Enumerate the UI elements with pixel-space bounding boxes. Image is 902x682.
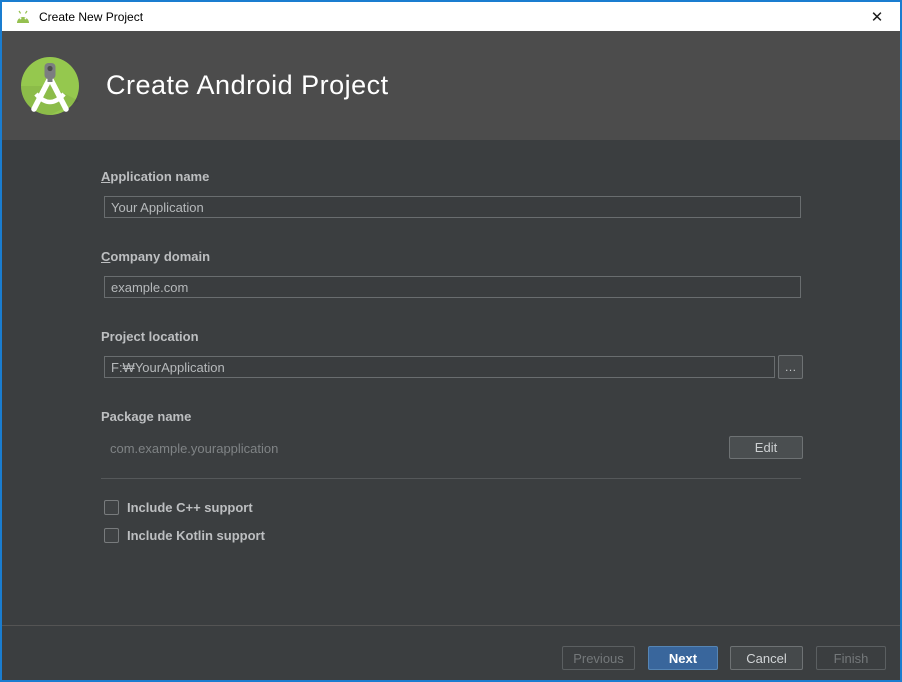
android-studio-logo-icon: [21, 56, 79, 115]
android-head-icon: [14, 10, 32, 24]
next-button[interactable]: Next: [648, 646, 718, 670]
package-name-label: Package name: [101, 409, 192, 424]
application-name-input[interactable]: [104, 196, 801, 218]
page-title: Create Android Project: [106, 70, 389, 100]
include-kotlin-checkbox-row[interactable]: Include Kotlin support: [104, 528, 265, 543]
project-location-input[interactable]: [104, 356, 775, 378]
company-domain-label: Company domain: [101, 249, 211, 264]
footer-divider: [2, 625, 900, 626]
include-cpp-checkbox[interactable]: [104, 500, 119, 515]
cancel-button[interactable]: Cancel: [730, 646, 803, 670]
include-cpp-label: Include C++ support: [127, 500, 253, 515]
include-kotlin-checkbox[interactable]: [104, 528, 119, 543]
close-icon[interactable]: ✕: [854, 2, 900, 31]
project-location-label: Project location: [101, 329, 199, 344]
company-domain-input[interactable]: [104, 276, 801, 298]
edit-package-button[interactable]: Edit: [729, 436, 803, 459]
include-kotlin-label: Include Kotlin support: [127, 528, 265, 543]
wizard-header: Create Android Project: [2, 31, 900, 140]
titlebar[interactable]: Create New Project ✕: [2, 2, 900, 31]
section-divider: [101, 478, 801, 479]
finish-button: Finish: [816, 646, 886, 670]
create-new-project-dialog: Create New Project ✕ Create Android Proj…: [0, 0, 902, 682]
package-name-value: com.example.yourapplication: [110, 441, 279, 456]
window-title: Create New Project: [39, 9, 144, 24]
include-cpp-checkbox-row[interactable]: Include C++ support: [104, 500, 253, 515]
browse-folder-button[interactable]: …: [778, 355, 803, 379]
application-name-label: Application name: [101, 169, 210, 184]
previous-button: Previous: [562, 646, 635, 670]
